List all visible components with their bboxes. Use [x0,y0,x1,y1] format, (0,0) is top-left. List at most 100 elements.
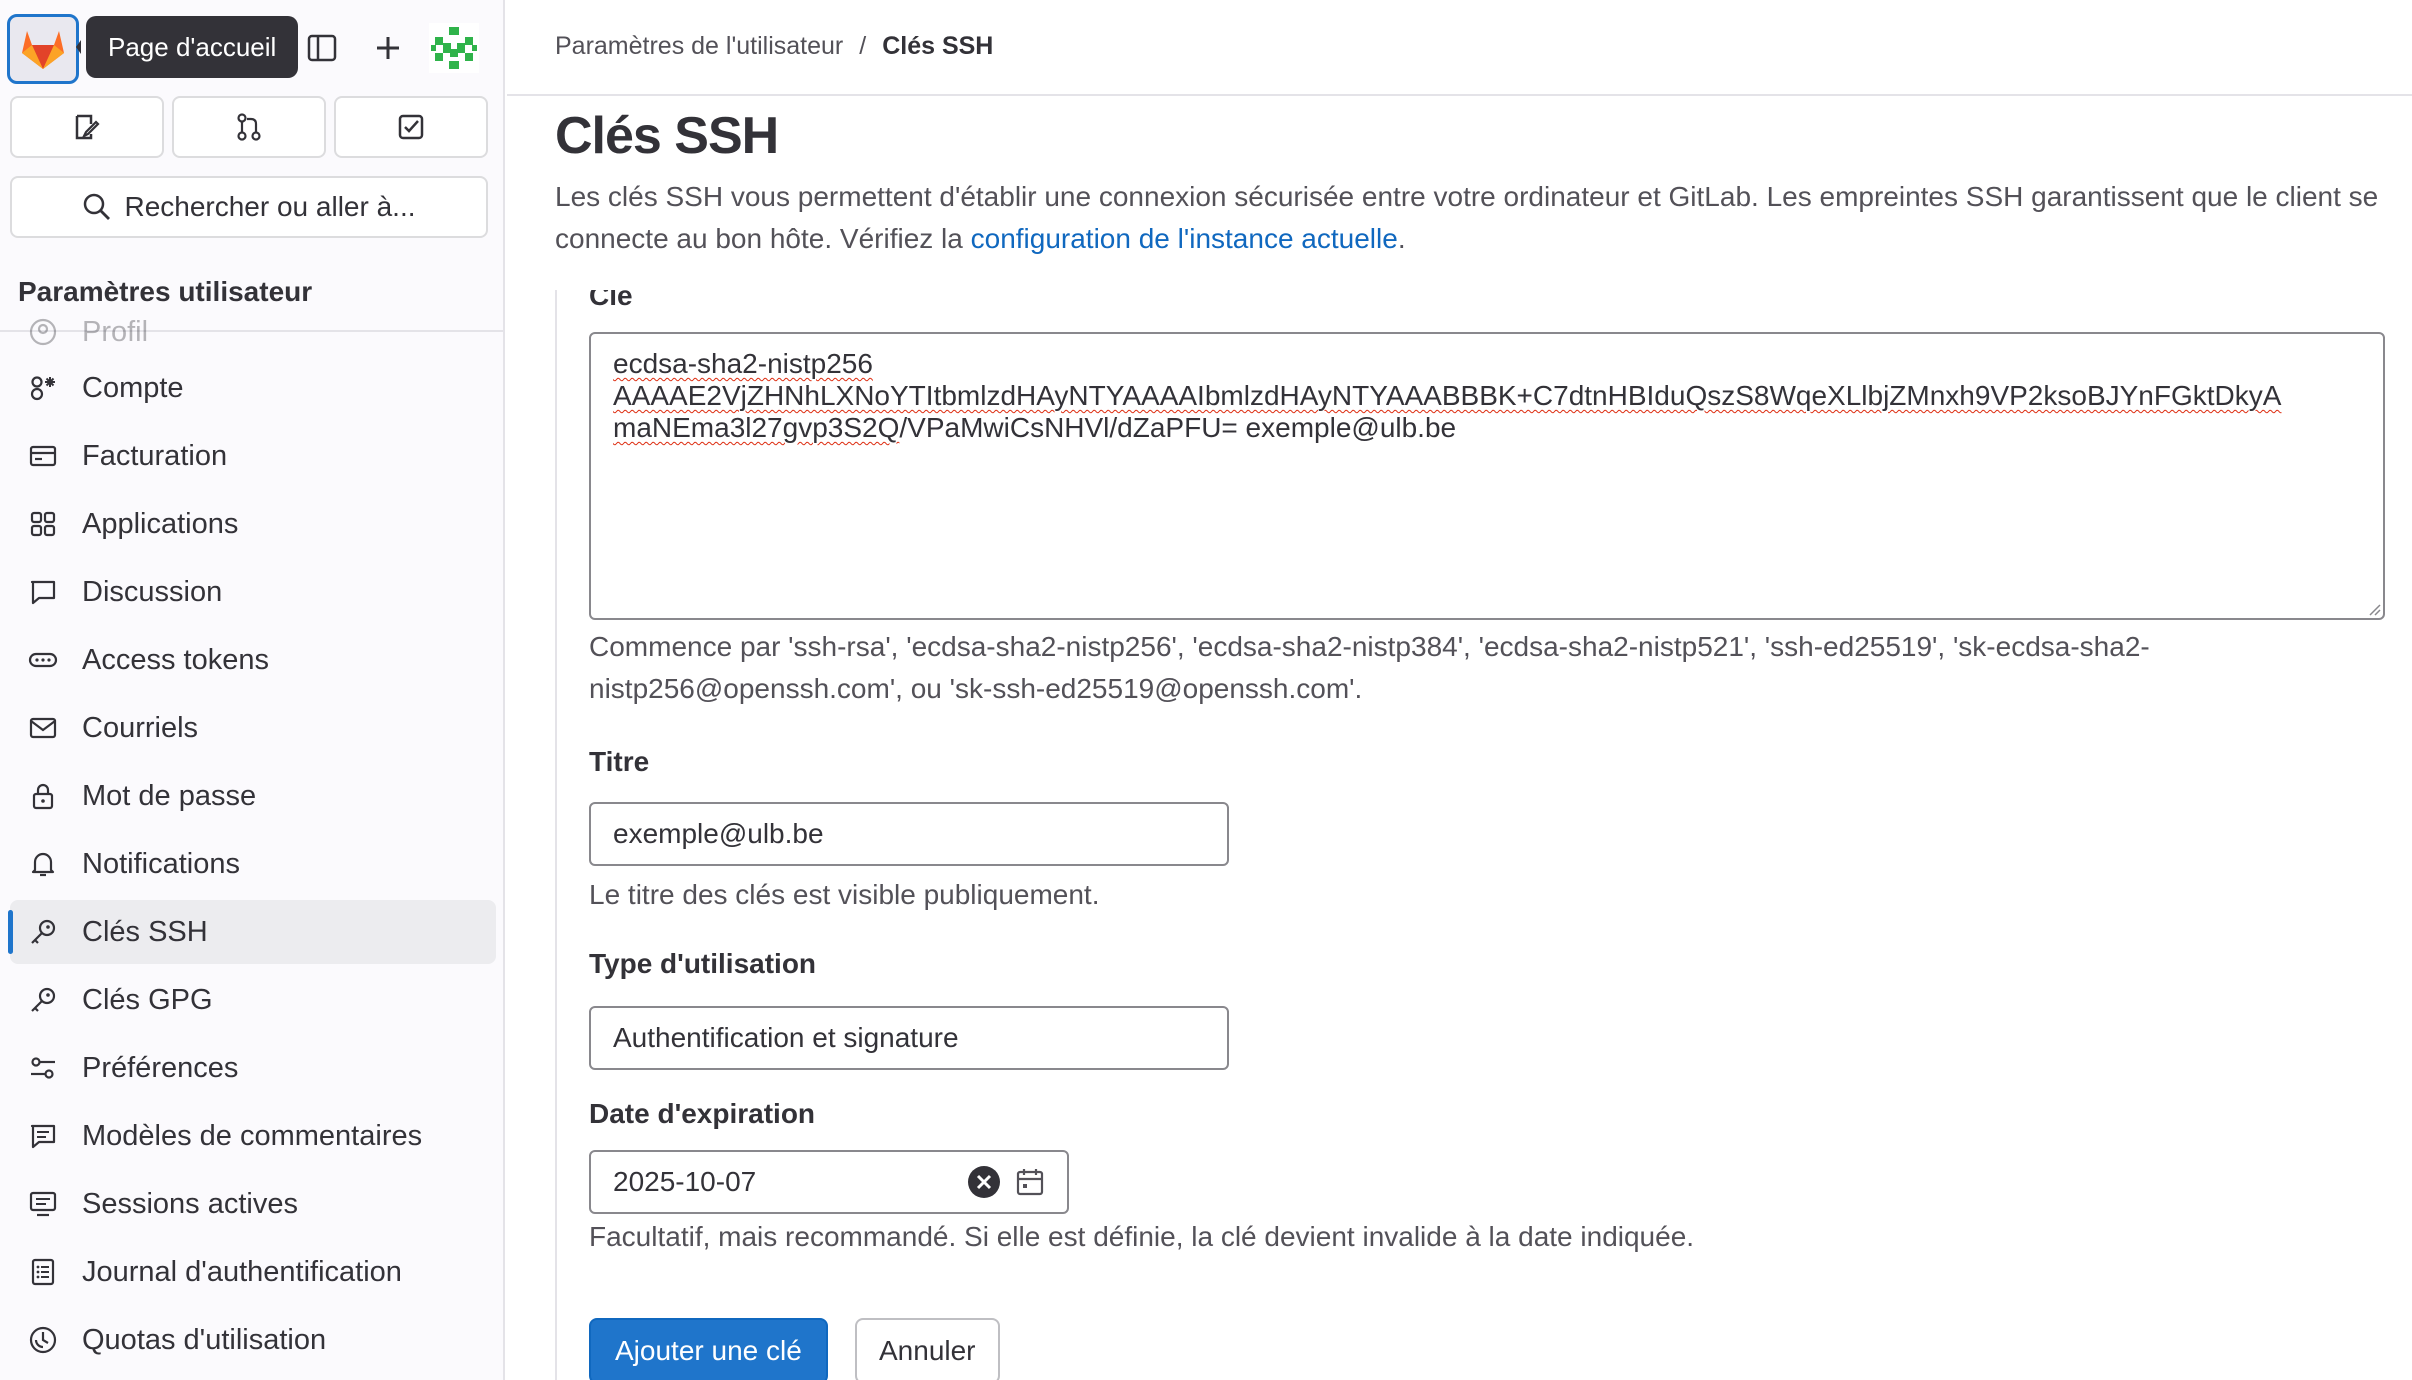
sidebar-item-label: Quotas d'utilisation [82,1323,327,1356]
page-description-text: Les clés SSH vous permettent d'établir u… [555,181,2379,254]
chat-icon [26,575,60,609]
sidebar-item-label: Courriels [82,711,199,744]
sidebar-item-facturation[interactable]: Facturation [10,424,496,488]
sidebar-item-courriels[interactable]: Courriels [10,696,496,760]
usage-type-label: Type d'utilisation [589,948,817,979]
sidebar-item-cles-gpg[interactable]: Clés GPG [10,968,496,1032]
issues-icon [75,114,100,140]
merge-request-icon [237,113,261,141]
calendar-icon[interactable] [1015,1167,1045,1197]
merge-requests-count-button[interactable] [172,96,326,158]
sidebar-item-compte[interactable]: Compte [10,356,496,420]
sidebar-item-profil[interactable]: Profil [10,312,496,352]
sidebar-item-mot-de-passe[interactable]: Mot de passe [10,764,496,828]
sidebar-item-label: Clés SSH [82,915,208,948]
page-title: Clés SSH [555,107,779,165]
sidebar-item-applications[interactable]: Applications [10,492,496,556]
sidebar-item-label: Sessions actives [82,1187,298,1220]
add-key-button[interactable]: Ajouter une clé [589,1318,828,1380]
create-new-icon[interactable] [362,22,414,74]
title-input[interactable]: exemple@ulb.be [589,802,1229,866]
sidebar-item-modeles-de-commentaires[interactable]: Modèles de commentaires [10,1104,496,1168]
add-ssh-key-form: Clé ecdsa-sha2-nistp256 AAAAE2VjZHNhLXNo… [555,290,2412,1380]
billing-icon [26,439,60,473]
key-textarea[interactable]: ecdsa-sha2-nistp256 AAAAE2VjZHNhLXNoYTIt… [589,332,2385,620]
breadcrumb-current: Clés SSH [882,32,994,60]
sidebar-item-label: Mot de passe [82,779,257,812]
sidebar-item-label: Applications [82,507,239,540]
user-avatar[interactable] [428,22,480,74]
token-icon [26,643,60,677]
quota-icon [26,1323,60,1357]
key-label: Clé [589,290,633,311]
sidebar-item-label: Clés GPG [82,983,213,1016]
sidebar-item-label: Profil [82,315,149,348]
title-help-text: Le titre des clés est visible publiqueme… [589,879,1100,910]
expiry-date-actions [967,1165,1045,1199]
breadcrumb: Paramètres de l'utilisateur / Clés SSH [555,32,993,61]
todos-count-button[interactable] [334,96,488,158]
bell-icon [26,847,60,881]
profile-icon [26,315,60,349]
page-description-suffix: . [1397,223,1406,254]
sidebar-counts [10,96,488,158]
page-description: Les clés SSH vous permettent d'établir u… [555,176,2395,260]
key-line-1: ecdsa-sha2-nistp256 [613,348,873,379]
mail-icon [26,711,60,745]
lock-icon [26,779,60,813]
sidebar-item-label: Compte [82,371,184,404]
sidebar-item-label: Notifications [82,847,240,880]
resize-handle-icon[interactable] [2367,602,2381,616]
sidebar-item-discussion[interactable]: Discussion [10,560,496,624]
breadcrumb-parent[interactable]: Paramètres de l'utilisateur [555,32,843,61]
sidebar-item-journal-authentification[interactable]: Journal d'authentification [10,1240,496,1304]
sidebar-item-label: Journal d'authentification [82,1255,402,1288]
expiry-date-input[interactable]: 2025-10-07 [589,1150,1069,1214]
sidebar-item-preferences[interactable]: Préférences [10,1036,496,1100]
sidebar-item-label: Access tokens [82,643,269,676]
key-icon [26,983,60,1017]
comment-template-icon [26,1119,60,1153]
preferences-icon [26,1051,60,1085]
key-line-3b: /VPaMwiCsNHVl/dZaPFU= exemple@ulb.be [899,412,1457,443]
log-icon [26,1255,60,1289]
key-line-3a: maNEma3l27gvp3S2Q [613,412,900,443]
monitor-icon [26,1187,60,1221]
key-line-2: AAAAE2VjZHNhLXNoYTItbmlzdHAyNTYAAAAIbmlz… [613,380,2282,411]
title-label: Titre [589,746,650,777]
home-tooltip: Page d'accueil [75,16,299,78]
sidebar-item-label: Modèles de commentaires [82,1119,423,1152]
sidebar-item-access-tokens[interactable]: Access tokens [10,628,496,692]
key-help-text: Commence par 'ssh-rsa', 'ecdsa-sha2-nist… [589,631,2150,704]
todo-icon [398,114,424,140]
sidebar-item-label: Discussion [82,575,223,608]
sidebar-item-label: Facturation [82,439,228,472]
expiry-date-value: 2025-10-07 [613,1166,757,1197]
cancel-button[interactable]: Annuler [855,1318,1000,1380]
sidebar-nav: Profil Compte Facturation Applications D… [8,316,496,1376]
expiry-date-label: Date d'expiration [589,1098,816,1129]
usage-type-select[interactable]: Authentification et signature [589,1006,1229,1070]
clear-date-icon[interactable] [967,1165,1001,1199]
issues-count-button[interactable] [10,96,164,158]
expiry-help-text: Facultatif, mais recommandé. Si elle est… [589,1221,1695,1252]
header-divider [507,94,2412,96]
search-icon [84,193,111,220]
sidebar-topbar: Page d'accueil [0,0,503,92]
search-label: Rechercher ou aller à... [124,191,416,222]
sidebar-item-notifications[interactable]: Notifications [10,832,496,896]
gitlab-logo-icon [22,31,64,69]
sidebar-item-quotas-utilisation[interactable]: Quotas d'utilisation [10,1308,496,1372]
sidebar-toggle-icon[interactable] [296,22,348,74]
sidebar-item-label: Préférences [82,1051,239,1084]
sidebar-item-sessions-actives[interactable]: Sessions actives [10,1172,496,1236]
key-icon [26,915,60,949]
gitlab-logo-button[interactable] [7,14,79,84]
breadcrumb-separator: / [859,32,867,60]
sidebar: Page d'accueil Rechercher ou aller à... … [0,0,505,1380]
instance-configuration-link[interactable]: configuration de l'instance actuelle [971,223,1398,254]
sidebar-title: Paramètres utilisateur [18,276,313,307]
account-icon [26,371,60,405]
sidebar-item-cles-ssh[interactable]: Clés SSH [8,900,496,964]
search-button[interactable]: Rechercher ou aller à... [10,176,488,238]
